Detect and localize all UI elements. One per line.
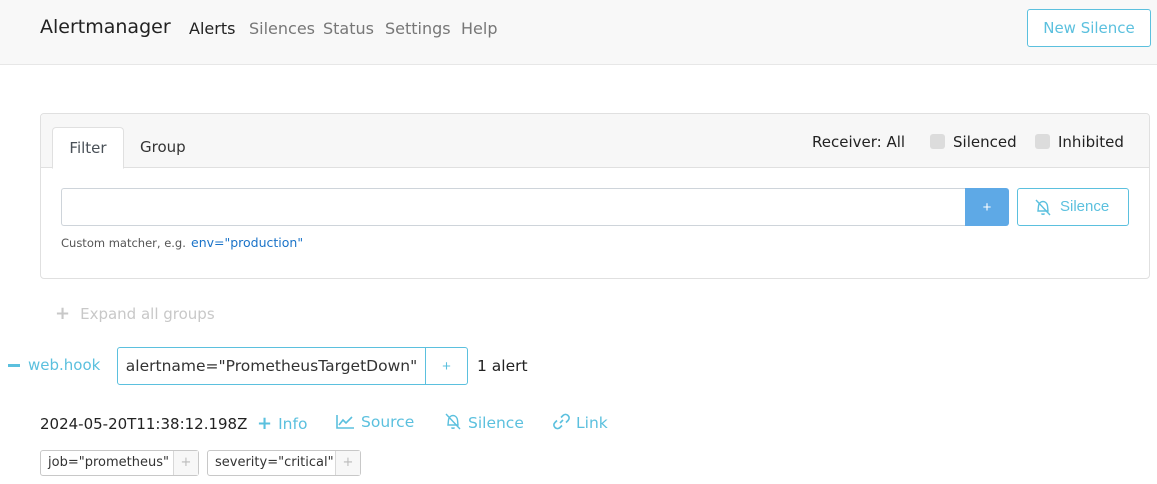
bell-slash-icon xyxy=(445,413,461,430)
chart-line-icon xyxy=(336,415,354,429)
label-chip-add-button[interactable]: + xyxy=(173,451,198,475)
alert-count: 1 alert xyxy=(477,357,528,375)
info-label: Info xyxy=(278,415,308,433)
new-silence-button[interactable]: New Silence xyxy=(1027,9,1151,47)
matcher-hint: Custom matcher, e.g. xyxy=(61,236,186,250)
group-receiver-link[interactable]: web.hook xyxy=(28,356,100,374)
inhibited-label: Inhibited xyxy=(1058,133,1124,151)
alert-timestamp: 2024-05-20T11:38:12.198Z xyxy=(40,415,248,433)
link-icon xyxy=(553,413,570,430)
silenced-checkbox[interactable] xyxy=(930,134,945,149)
source-button[interactable]: Source xyxy=(336,413,414,431)
silence-filter-label: Silence xyxy=(1060,198,1110,215)
collapse-icon[interactable] xyxy=(8,364,20,367)
alert-silence-button[interactable]: Silence xyxy=(444,413,524,432)
filter-panel: Filter Group Receiver: All Silenced Inhi… xyxy=(40,113,1150,279)
label-chip-text: severity="critical" xyxy=(215,455,334,470)
add-matcher-button[interactable]: + xyxy=(965,188,1009,226)
matcher-example-link[interactable]: env="production" xyxy=(191,235,303,250)
label-chip-severity[interactable]: severity="critical" + xyxy=(207,450,361,476)
filter-input[interactable] xyxy=(61,188,966,226)
silenced-label: Silenced xyxy=(953,133,1017,151)
label-chip-job[interactable]: job="prometheus" + xyxy=(40,450,199,476)
nav-link-alerts[interactable]: Alerts xyxy=(189,19,235,38)
nav-link-settings[interactable]: Settings xyxy=(385,19,451,38)
expand-all-label: Expand all groups xyxy=(80,305,215,323)
nav-link-silences[interactable]: Silences xyxy=(249,19,315,38)
bell-slash-icon xyxy=(1035,199,1051,216)
info-button[interactable]: + Info xyxy=(257,413,307,434)
navbar: Alertmanager Alerts Silences Status Sett… xyxy=(0,0,1157,65)
group-label-button[interactable]: alertname="PrometheusTargetDown" xyxy=(117,347,426,385)
alert-row: 2024-05-20T11:38:12.198Z + Info Source Si… xyxy=(0,410,1157,440)
label-chip-add-button[interactable]: + xyxy=(335,451,360,475)
alert-silence-label: Silence xyxy=(468,414,524,432)
inhibited-checkbox[interactable] xyxy=(1035,134,1050,149)
receiver-dropdown[interactable]: Receiver: All xyxy=(812,133,905,151)
link-button[interactable]: Link xyxy=(553,413,608,432)
link-label: Link xyxy=(576,414,608,432)
brand-logo[interactable]: Alertmanager xyxy=(40,16,171,38)
plus-icon: + xyxy=(55,303,71,324)
silence-filter-button[interactable]: Silence xyxy=(1017,188,1129,226)
plus-icon: + xyxy=(257,413,273,434)
filter-panel-header: Filter Group Receiver: All Silenced Inhi… xyxy=(41,114,1149,169)
tab-filter[interactable]: Filter xyxy=(52,127,124,169)
nav-link-status[interactable]: Status xyxy=(323,19,374,38)
source-label: Source xyxy=(361,413,415,431)
nav-link-help[interactable]: Help xyxy=(461,19,497,38)
expand-all-groups-button[interactable]: + Expand all groups xyxy=(55,303,215,324)
tab-group[interactable]: Group xyxy=(140,138,186,156)
group-label-add-button[interactable]: + xyxy=(425,347,468,385)
label-chip-text: job="prometheus" xyxy=(48,455,169,470)
